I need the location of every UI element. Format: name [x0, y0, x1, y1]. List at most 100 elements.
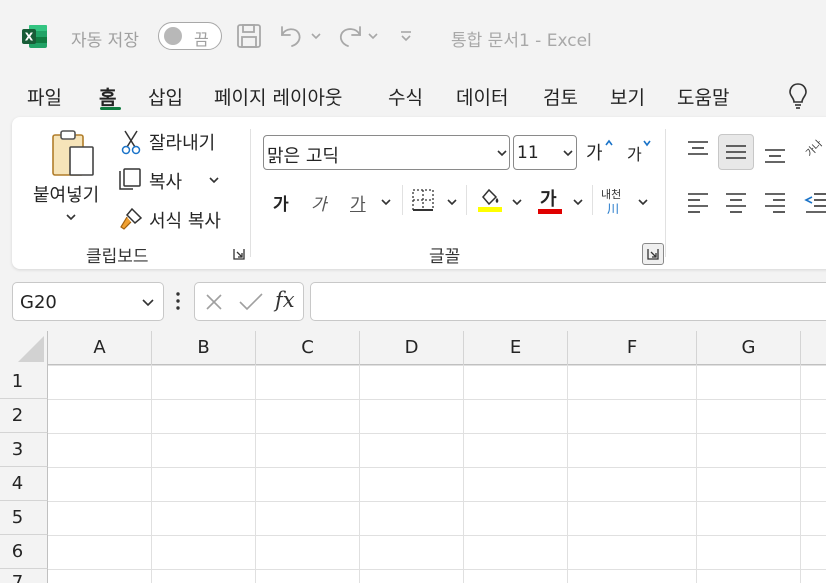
font-color-dropdown-icon[interactable] — [572, 197, 584, 207]
copy-button[interactable] — [117, 167, 143, 197]
caret-down-icon — [643, 140, 651, 147]
clipboard-icon — [52, 130, 94, 176]
column-header-a[interactable]: A — [48, 331, 152, 365]
underline-button[interactable]: 가 — [350, 190, 366, 215]
borders-dropdown-icon[interactable] — [446, 197, 458, 207]
cell-area[interactable] — [48, 365, 826, 583]
separator — [466, 185, 467, 215]
chevron-down-icon — [497, 150, 507, 157]
align-left-icon[interactable] — [686, 191, 710, 213]
font-size-select[interactable]: 11 — [513, 135, 577, 170]
more-options-icon[interactable] — [175, 291, 181, 311]
insert-function-button[interactable]: fx — [275, 288, 295, 312]
paste-button[interactable] — [50, 129, 96, 183]
column-gridline — [463, 365, 464, 583]
menu-bar: 파일 홈 삽입 페이지 레이아웃 수식 데이터 검토 보기 도움말 — [0, 72, 826, 116]
undo-icon[interactable] — [278, 20, 304, 52]
shrink-font-button[interactable]: 가 — [627, 140, 651, 165]
paste-label[interactable]: 붙여넣기 — [33, 181, 99, 207]
fill-color-icon[interactable] — [477, 185, 503, 213]
redo-icon[interactable] — [336, 20, 364, 52]
formula-input[interactable] — [310, 282, 826, 321]
align-right-icon[interactable] — [763, 191, 787, 213]
column-gridline — [696, 365, 697, 583]
lightbulb-icon[interactable] — [788, 82, 808, 110]
copy-dropdown-icon[interactable] — [208, 175, 220, 185]
column-header-partial[interactable] — [801, 331, 826, 365]
format-painter-label[interactable]: 서식 복사 — [149, 207, 221, 233]
format-painter-button[interactable] — [118, 207, 144, 235]
tab-page-layout[interactable]: 페이지 레이아웃 — [214, 83, 342, 110]
save-icon[interactable] — [236, 20, 262, 52]
phonetic-dropdown-icon[interactable] — [637, 197, 649, 207]
row-header-7[interactable]: 7 — [0, 569, 48, 583]
cancel-icon[interactable] — [204, 292, 224, 312]
tab-formulas[interactable]: 수식 — [388, 83, 423, 110]
bold-button[interactable]: 가 — [273, 190, 289, 215]
tab-home[interactable]: 홈 — [99, 83, 116, 110]
undo-dropdown-icon[interactable] — [310, 20, 322, 52]
borders-icon[interactable] — [411, 188, 435, 212]
font-dialog-launcher-button[interactable] — [642, 243, 664, 265]
tab-data[interactable]: 데이터 — [456, 83, 508, 110]
select-all-button[interactable] — [0, 331, 48, 365]
tab-view[interactable]: 보기 — [610, 83, 645, 110]
dialog-launcher-icon — [647, 249, 659, 260]
column-header-d[interactable]: D — [360, 331, 464, 365]
align-middle-button[interactable] — [718, 134, 754, 170]
paste-dropdown-icon[interactable] — [65, 212, 77, 222]
document-title: 통합 문서1 - Excel — [451, 31, 592, 51]
row-header-1[interactable]: 1 — [0, 365, 48, 399]
tab-help[interactable]: 도움말 — [677, 83, 729, 110]
align-bottom-icon[interactable] — [763, 141, 787, 165]
tab-insert[interactable]: 삽입 — [148, 83, 183, 110]
font-color-swatch — [538, 209, 562, 214]
tab-file[interactable]: 파일 — [27, 83, 62, 110]
cut-button[interactable] — [120, 129, 142, 159]
scissors-icon — [121, 130, 141, 155]
italic-button[interactable]: 가 — [311, 190, 327, 215]
align-center-icon[interactable] — [724, 191, 748, 213]
row-header-2[interactable]: 2 — [0, 399, 48, 433]
column-header-f[interactable]: F — [568, 331, 697, 365]
font-name-select[interactable]: 맑은 고딕 — [263, 135, 510, 170]
column-header-b[interactable]: B — [152, 331, 256, 365]
clipboard-dialog-launcher-icon[interactable] — [233, 248, 245, 260]
name-box[interactable]: G20 — [12, 282, 164, 321]
decrease-indent-icon[interactable] — [804, 191, 826, 213]
row-header-3[interactable]: 3 — [0, 433, 48, 467]
autosave-toggle[interactable]: 끔 — [158, 22, 222, 50]
orientation-button[interactable]: 가나 — [804, 137, 825, 160]
column-gridline — [151, 365, 152, 583]
svg-text:X: X — [25, 31, 34, 44]
tab-review[interactable]: 검토 — [543, 83, 578, 110]
column-header-row: A B C D E F G — [0, 331, 826, 365]
customize-qat-icon[interactable] — [399, 20, 413, 52]
enter-check-icon[interactable] — [238, 292, 264, 312]
row-header-5[interactable]: 5 — [0, 501, 48, 535]
clipboard-group-label: 클립보드 — [86, 247, 149, 267]
toggle-knob — [164, 27, 182, 45]
row-header-4[interactable]: 4 — [0, 467, 48, 501]
align-middle-icon — [726, 145, 746, 159]
column-gridline — [800, 365, 801, 583]
align-top-icon[interactable] — [686, 139, 710, 161]
chevron-down-icon[interactable] — [141, 298, 155, 308]
column-header-c[interactable]: C — [256, 331, 360, 365]
title-bar: X 자동 저장 끔 통합 문서1 - Excel — [0, 0, 826, 72]
font-color-button[interactable]: 가 — [538, 185, 562, 214]
row-header-6[interactable]: 6 — [0, 535, 48, 569]
grow-font-button[interactable]: 가 — [586, 139, 613, 165]
copy-label[interactable]: 복사 — [149, 168, 182, 194]
underline-dropdown-icon[interactable] — [380, 197, 392, 207]
select-all-triangle — [18, 336, 44, 362]
excel-logo-icon: X — [22, 25, 47, 48]
redo-dropdown-icon[interactable] — [367, 20, 379, 52]
column-header-e[interactable]: E — [464, 331, 568, 365]
fill-color-dropdown-icon[interactable] — [511, 197, 523, 207]
column-header-g[interactable]: G — [697, 331, 801, 365]
cut-label[interactable]: 잘라내기 — [149, 129, 215, 155]
formula-buttons: fx — [194, 282, 304, 321]
font-group-label: 글꼴 — [429, 247, 461, 267]
font-name-value: 맑은 고딕 — [267, 146, 339, 167]
